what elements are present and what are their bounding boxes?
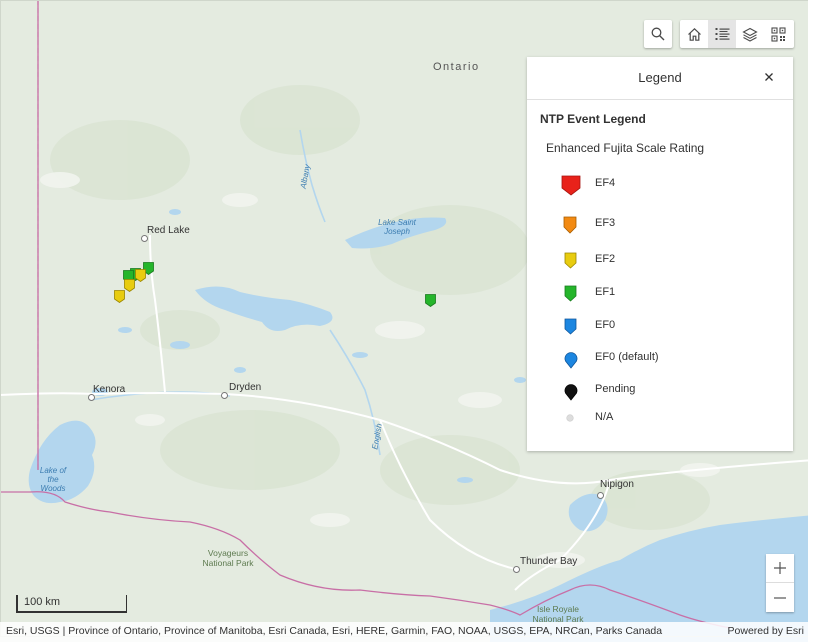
- scale-label: 100 km: [24, 596, 61, 608]
- legend-label: EF0: [595, 319, 616, 331]
- legend-symbol-ef1: [564, 285, 577, 302]
- search-toolbar: [644, 20, 672, 48]
- search-icon: [651, 27, 665, 41]
- zoom-out-button[interactable]: [766, 583, 794, 612]
- park-label-voyageurs: Voyageurs National Park: [202, 548, 254, 568]
- legend-symbol-ef4: [561, 175, 581, 196]
- place-label-thunder-bay: Thunder Bay: [520, 556, 578, 567]
- close-icon: [765, 73, 773, 81]
- city-dot-dryden: [221, 392, 228, 399]
- layers-icon: [742, 27, 758, 42]
- zoom-in-button[interactable]: [766, 554, 794, 583]
- basemap-gallery-icon: [770, 26, 786, 42]
- powered-by-esri[interactable]: Powered by Esri: [728, 625, 804, 637]
- place-label-kenora: Kenora: [93, 384, 126, 395]
- legend-title: Legend: [638, 70, 682, 85]
- minus-icon: [774, 596, 786, 599]
- city-dot-thunder-bay: [513, 566, 520, 573]
- legend-toggle-button[interactable]: [708, 20, 736, 48]
- tornado-marker-ef1[interactable]: [425, 294, 436, 307]
- legend-label: EF1: [595, 286, 616, 298]
- layer-list-button[interactable]: [736, 20, 764, 48]
- legend-panel: Legend NTP Event Legend Enhanced Fujita …: [527, 57, 793, 451]
- legend-item-ef4: EF4: [557, 173, 777, 197]
- legend-close-button[interactable]: [761, 69, 777, 85]
- legend-item-ef1: EF1: [557, 282, 777, 306]
- scale-bar: 100 km: [16, 595, 127, 613]
- tornado-marker-ef2[interactable]: [114, 290, 125, 303]
- legend-label: EF0 (default): [595, 351, 659, 363]
- water-label-lake-st-joseph: Lake Saint Joseph: [378, 218, 416, 236]
- legend-label: Pending: [595, 383, 636, 395]
- basemap-gallery-button[interactable]: [764, 20, 792, 48]
- place-label-dryden: Dryden: [229, 382, 262, 393]
- home-button[interactable]: [680, 20, 708, 48]
- place-label-red-lake: Red Lake: [147, 225, 190, 236]
- legend-symbol-ef0-default: [564, 352, 578, 369]
- city-dot-kenora: [88, 394, 95, 401]
- tornado-marker-ef2[interactable]: [124, 279, 135, 292]
- legend-list-icon: [715, 28, 729, 40]
- plus-icon: [774, 562, 786, 574]
- water-label-lake-of-woods: Lake of the Woods: [39, 466, 67, 493]
- legend-label: EF2: [595, 253, 616, 265]
- legend-layer-title: NTP Event Legend: [540, 112, 646, 126]
- park-label-isle-royale: Isle Royale National Park: [532, 604, 584, 624]
- attribution-sources[interactable]: Esri, USGS | Province of Ontario, Provin…: [6, 625, 662, 637]
- legend-item-ef3: EF3: [557, 213, 777, 237]
- legend-label: N/A: [595, 411, 614, 423]
- legend-item-ef2: EF2: [557, 249, 777, 273]
- legend-symbol-pending: [564, 384, 578, 401]
- attribution-bar: Esri, USGS | Province of Ontario, Provin…: [0, 622, 814, 642]
- legend-item-ef0: EF0: [557, 315, 777, 339]
- legend-header: Legend: [527, 57, 793, 100]
- map-tools-toolbar: [680, 20, 794, 48]
- legend-field-title: Enhanced Fujita Scale Rating: [546, 141, 705, 155]
- place-label-nipigon: Nipigon: [600, 479, 634, 490]
- legend-symbol-ef3: [563, 216, 577, 234]
- legend-symbol-na: [566, 414, 574, 422]
- legend-item-ef0-default: EF0 (default): [557, 347, 777, 371]
- legend-item-na: N/A: [557, 407, 777, 431]
- tornado-marker-ef2[interactable]: [135, 269, 146, 282]
- legend-label: EF4: [595, 177, 616, 189]
- legend-symbol-ef2: [564, 252, 577, 269]
- city-dot-red-lake: [141, 235, 148, 242]
- search-button[interactable]: [644, 20, 672, 48]
- city-dot-nipigon: [597, 492, 604, 499]
- map-app: Ontario Red Lake Kenora Dryden Nipigon T…: [0, 0, 814, 642]
- legend-symbol-ef0: [564, 318, 577, 335]
- legend-item-pending: Pending: [557, 379, 777, 403]
- legend-label: EF3: [595, 217, 616, 229]
- home-icon: [687, 27, 701, 41]
- zoom-control: [766, 554, 794, 612]
- place-label-ontario: Ontario: [433, 61, 480, 73]
